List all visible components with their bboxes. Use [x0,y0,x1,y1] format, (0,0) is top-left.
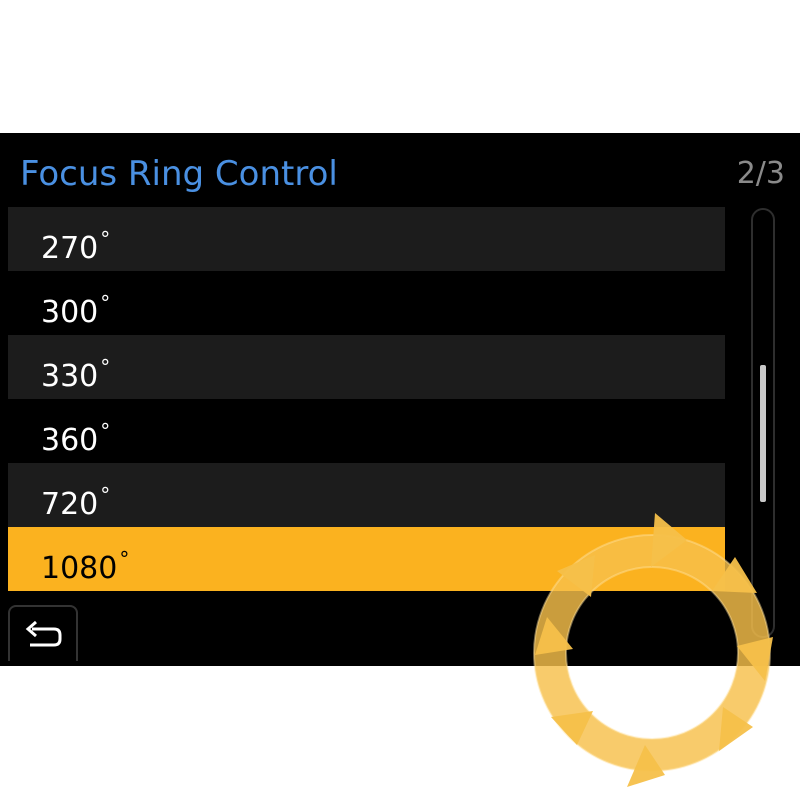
option-label: 270 [41,231,99,266]
option-label: 720 [41,487,99,522]
option-360[interactable]: 360 ° [8,399,725,463]
option-270[interactable]: 270 ° [8,207,725,271]
degree-symbol: ° [100,355,111,379]
option-label: 300 [41,295,99,330]
page-indicator: 2/3 [736,156,785,191]
back-button[interactable] [8,605,78,661]
option-label: 360 [41,423,99,458]
degree-symbol: ° [100,483,111,507]
scrollbar-thumb[interactable] [760,365,766,502]
menu-title: Focus Ring Control [20,154,338,194]
degree-symbol: ° [100,419,111,443]
degree-symbol: ° [100,291,111,315]
option-label: 1080 [41,551,118,586]
return-arrow-icon [25,620,62,647]
option-300[interactable]: 300 ° [8,271,725,335]
option-330[interactable]: 330 ° [8,335,725,399]
option-label: 330 [41,359,99,394]
rotate-dial-icon [533,513,773,787]
degree-symbol: ° [100,227,111,251]
degree-symbol: ° [119,547,130,571]
